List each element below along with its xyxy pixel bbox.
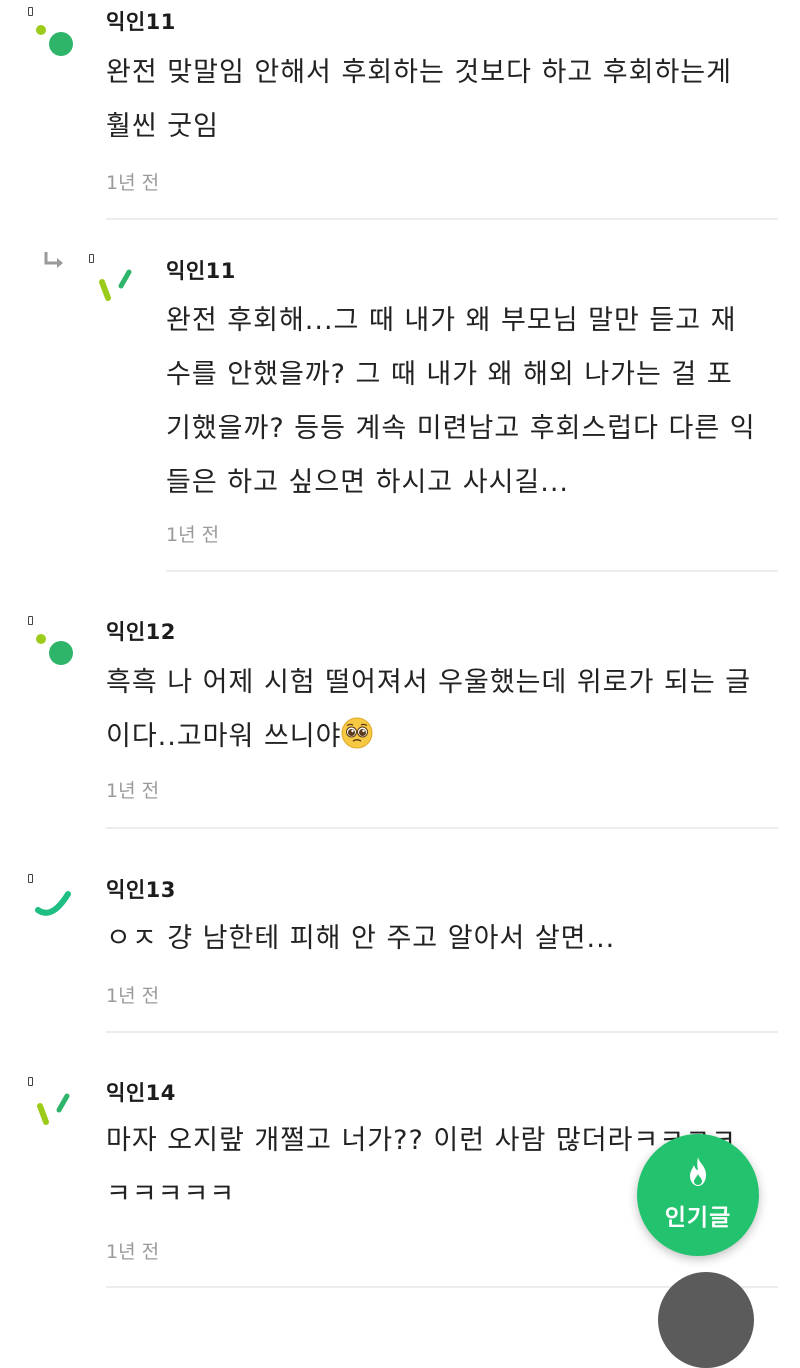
scroll-top-button[interactable] <box>658 1272 754 1368</box>
comment-time: 1년 전 <box>106 985 160 1007</box>
comment-author[interactable]: 익인11 <box>166 255 236 285</box>
comment-text-line: 기했을까? 등등 계속 미련남고 후회스럽다 다른 익 <box>166 413 756 444</box>
comment-text-line: 훨씬 굿임 <box>106 111 219 142</box>
comment-time: 1년 전 <box>166 524 220 546</box>
comment-time: 1년 전 <box>106 1241 160 1263</box>
comment-text: 완전 맞말임 안해서 후회하는 것보다 하고 후회하는게 훨씬 굿임 <box>106 46 778 154</box>
avatar[interactable] <box>92 258 152 318</box>
avatar-slashes-icon <box>37 1093 70 1125</box>
avatar[interactable] <box>30 12 90 72</box>
comment-time: 1년 전 <box>106 780 160 802</box>
avatar-dots-icon <box>36 25 73 56</box>
popular-posts-label: 인기글 <box>664 1205 732 1231</box>
comment-author[interactable]: 익인14 <box>106 1077 176 1107</box>
comment-text-line-content: 이다..고마워 쓰니야 <box>106 721 342 752</box>
comment-text-line: 수를 안했을까? 그 때 내가 왜 해외 나가는 걸 포 <box>166 359 733 390</box>
comment-author[interactable]: 익인12 <box>106 616 176 646</box>
comment-text: ㅇㅈ 걍 남한테 피해 안 주고 알아서 살면... <box>106 912 778 966</box>
popular-posts-button[interactable]: 인기글 <box>637 1134 759 1256</box>
avatar[interactable] <box>30 880 90 940</box>
comment-text-line: 흑흑 나 어제 시험 떨어져서 우울했는데 위로가 되는 글 <box>106 667 752 698</box>
comment-divider <box>166 570 778 572</box>
avatar-slashes-icon <box>99 269 132 301</box>
comment-text: 흑흑 나 어제 시험 떨어져서 우울했는데 위로가 되는 글 이다..고마워 쓰… <box>106 656 778 764</box>
comment-divider <box>106 1031 778 1033</box>
comment-text-line: ㅇㅈ 걍 남한테 피해 안 주고 알아서 살면... <box>106 923 616 954</box>
avatar-arc-icon <box>35 891 71 916</box>
avatar[interactable] <box>30 1082 90 1142</box>
comment-author[interactable]: 익인11 <box>106 6 176 36</box>
comment-divider <box>106 218 778 220</box>
reply-arrow-icon <box>44 252 63 268</box>
avatar[interactable] <box>30 621 90 681</box>
comment-text-line: 완전 후회해...그 때 내가 왜 부모님 말만 듣고 재 <box>166 305 737 336</box>
comment-text: 완전 후회해...그 때 내가 왜 부모님 말만 듣고 재 수를 안했을까? 그… <box>166 294 778 510</box>
comment-author[interactable]: 익인13 <box>106 874 176 904</box>
comment-text-line: 이다..고마워 쓰니야 <box>106 710 778 764</box>
avatar-dots-icon <box>36 634 73 665</box>
pleading-face-emoji-icon <box>341 717 373 749</box>
comment-text-line: 들은 하고 싶으면 하시고 사시길... <box>166 467 569 498</box>
comment-divider <box>106 827 778 829</box>
comment-text-line: 완전 맞말임 안해서 후회하는 것보다 하고 후회하는게 <box>106 57 732 88</box>
comment-time: 1년 전 <box>106 172 160 194</box>
fire-icon <box>690 1157 706 1186</box>
